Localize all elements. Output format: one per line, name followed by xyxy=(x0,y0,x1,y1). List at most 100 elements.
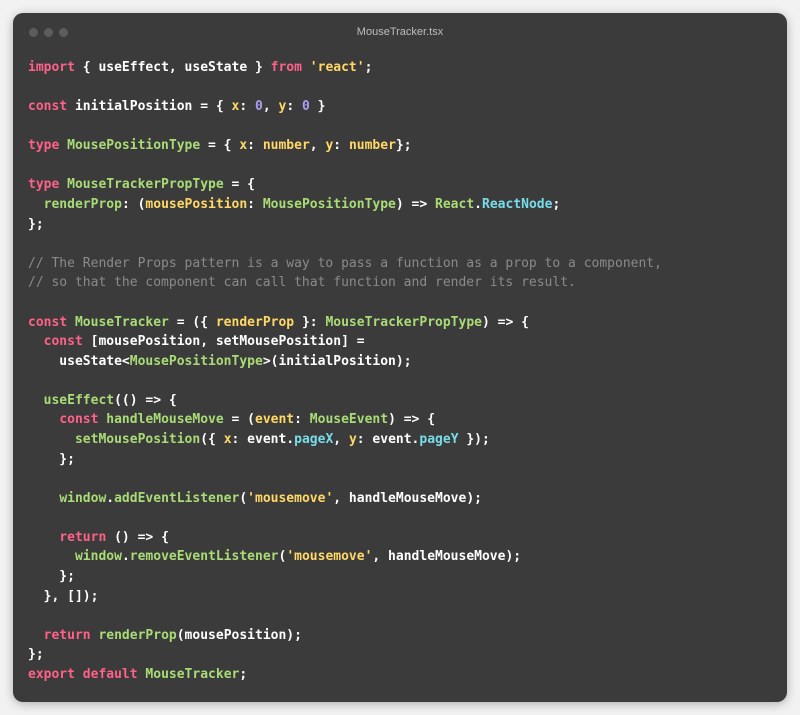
code-token-plain: : xyxy=(239,99,255,115)
code-token-plain: ( xyxy=(239,490,248,506)
code-token-plain: ; xyxy=(239,666,248,682)
code-token-plain: (() => { xyxy=(114,392,177,408)
code-token-keyword: return xyxy=(59,529,107,545)
code-editor[interactable]: import { useEffect, useState } from 'rea… xyxy=(28,58,777,685)
code-token-type: MousePositionType xyxy=(129,353,263,369)
code-token-plain: : xyxy=(294,412,310,428)
code-token-plain: ; xyxy=(552,197,561,213)
code-line: useEffect(() => { xyxy=(28,391,777,411)
code-window: MouseTracker.tsx import { useEffect, use… xyxy=(13,13,787,702)
code-token-keyword: type xyxy=(28,177,60,193)
code-token-keyword: export xyxy=(28,666,75,682)
code-token-param: x xyxy=(239,138,248,154)
code-token-fn: setMousePosition xyxy=(74,431,201,447)
code-token-param: x xyxy=(223,431,232,447)
code-token-plain: }; xyxy=(395,138,412,154)
code-token-plain: ) => xyxy=(395,197,436,213)
code-token-plain: } xyxy=(247,60,271,75)
code-token-plain: : ( xyxy=(121,197,146,213)
code-token-plain: : xyxy=(247,138,263,154)
code-token-plain: . xyxy=(106,490,115,506)
code-line: }, []); xyxy=(28,587,777,607)
code-line: window.removeEventListener('mousemove', … xyxy=(28,547,777,567)
code-token-plain: } xyxy=(309,99,326,115)
code-token-plain: useState< xyxy=(28,353,130,369)
code-token-type: renderProp xyxy=(43,197,122,213)
code-line: renderProp: (mousePosition: MousePositio… xyxy=(28,195,777,215)
code-token-param: number xyxy=(262,138,310,154)
code-line: }; xyxy=(28,645,777,665)
code-token-plain: : event. xyxy=(356,431,420,447)
code-token-plain: , xyxy=(333,431,349,447)
code-line: window.addEventListener('mousemove', han… xyxy=(28,489,777,509)
code-token-type: MouseEvent xyxy=(309,412,389,428)
code-line: export default MouseTracker; xyxy=(28,665,777,685)
code-token-keyword: default xyxy=(82,666,138,682)
code-token-plain: , handleMouseMove); xyxy=(333,490,482,506)
code-line: return renderProp(mousePosition); xyxy=(28,626,777,646)
code-token-prop: pageX xyxy=(294,431,334,447)
code-token-plain: }; xyxy=(28,647,44,663)
code-token-plain: ({ xyxy=(200,431,224,447)
code-line: useState<MousePositionType>(initialPosit… xyxy=(28,352,777,372)
code-line: }; xyxy=(28,450,777,470)
code-token-plain: (mousePosition); xyxy=(176,627,302,643)
code-token-type: MouseTrackerPropType xyxy=(325,314,482,330)
code-token-param: number xyxy=(348,138,396,154)
code-token-plain: [mousePosition, setMousePosition] = xyxy=(82,334,365,350)
code-token-string: 'react' xyxy=(309,60,365,75)
code-line: // so that the component can call that f… xyxy=(28,273,777,293)
code-token-type: React xyxy=(435,197,475,213)
code-token-plain: () => { xyxy=(106,529,169,545)
code-token-fn: handleMouseMove xyxy=(106,412,224,428)
code-token-plain: : xyxy=(333,138,349,154)
window-title: MouseTracker.tsx xyxy=(356,26,444,38)
code-token-keyword: from xyxy=(270,60,302,75)
code-line: const MouseTracker = ({ renderProp }: Mo… xyxy=(28,313,777,333)
code-token-plain: : event. xyxy=(231,431,295,447)
code-token-plain: ; xyxy=(364,60,373,75)
code-token-fn: renderProp xyxy=(98,627,177,643)
code-token-plain: }); xyxy=(458,431,490,447)
code-token-type: MouseTrackerPropType xyxy=(67,177,224,193)
code-line: import { useEffect, useState } from 'rea… xyxy=(28,58,777,78)
code-line: const [mousePosition, setMousePosition] … xyxy=(28,332,777,352)
code-line: return () => { xyxy=(28,528,777,548)
code-token-keyword: import xyxy=(28,60,75,75)
code-token-comment: // so that the component can call that f… xyxy=(28,275,576,291)
code-token-plain: }: xyxy=(294,314,326,330)
code-line: const initialPosition = { x: 0, y: 0 } xyxy=(28,97,777,117)
code-token-prop: ReactNode xyxy=(482,197,553,213)
code-line: }; xyxy=(28,215,777,235)
code-token-plain: = ( xyxy=(223,412,256,428)
code-token-param: renderProp xyxy=(215,314,295,330)
code-token-plain: ) => { xyxy=(388,412,436,428)
code-line: // The Render Props pattern is a way to … xyxy=(28,254,777,274)
code-token-plain: }; xyxy=(28,451,75,467)
code-token-fn: window xyxy=(74,549,122,565)
code-token-plain: , handleMouseMove); xyxy=(372,549,522,565)
code-token-keyword: const xyxy=(43,334,83,350)
code-token-plain: = ({ xyxy=(168,314,216,330)
code-token-plain: = { xyxy=(200,138,240,154)
code-token-keyword: return xyxy=(43,627,91,643)
code-token-fn: removeEventListener xyxy=(129,549,279,565)
code-token-number: 0 xyxy=(301,99,310,115)
code-token-plain: initialPosition = { xyxy=(67,99,232,115)
code-token-plain: useEffect, useState xyxy=(98,60,248,75)
code-line: const handleMouseMove = (event: MouseEve… xyxy=(28,410,777,430)
